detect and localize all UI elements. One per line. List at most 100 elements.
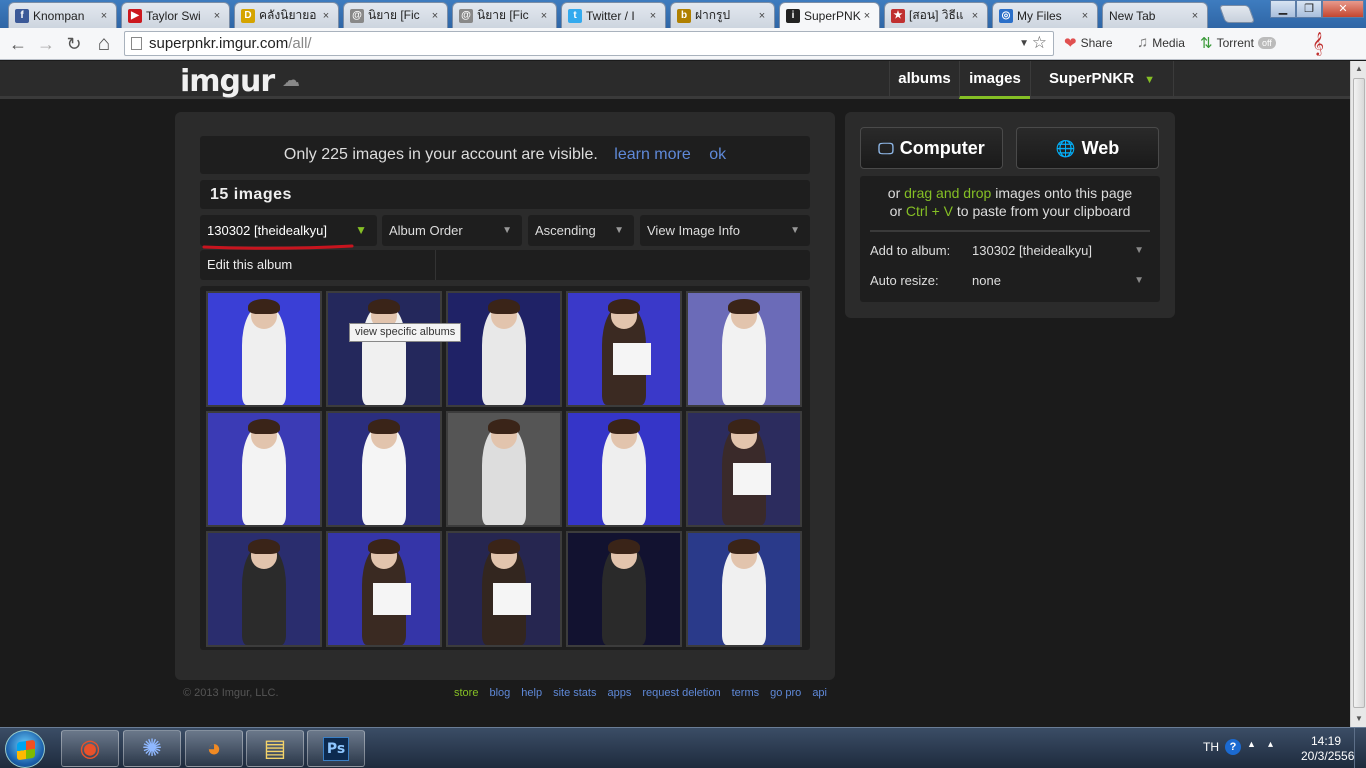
tab-close-icon[interactable]: × xyxy=(538,10,550,22)
browser-tab[interactable]: b ฝากรูป × xyxy=(670,2,775,28)
add-to-album-row[interactable]: Add to album: 130302 [theidealkyu] ▼ xyxy=(870,239,1150,263)
footer-link[interactable]: api xyxy=(812,687,827,699)
direction-select[interactable]: Ascending ▼ xyxy=(528,215,634,246)
browser-tab[interactable]: f Knompan × xyxy=(8,2,117,28)
share-extension-button[interactable]: ❤ Share xyxy=(1064,34,1113,52)
order-select[interactable]: Album Order ▼ xyxy=(382,215,522,246)
user-menu[interactable]: SuperPNKR ▼ xyxy=(1030,61,1174,99)
scroll-up-arrow[interactable]: ▲ xyxy=(1351,61,1366,77)
upload-cloud-icon[interactable]: ☁ xyxy=(282,70,300,91)
torrent-extension-button[interactable]: ⇅ Torrent off xyxy=(1200,34,1276,52)
footer-link[interactable]: help xyxy=(521,687,542,699)
footer-link[interactable]: apps xyxy=(607,687,631,699)
start-button[interactable] xyxy=(5,730,45,768)
tab-close-icon[interactable]: × xyxy=(320,10,332,22)
page-scrollbar[interactable]: ▲ ▼ xyxy=(1350,61,1366,727)
maximize-button[interactable]: ❐ xyxy=(1296,0,1322,18)
tab-close-icon[interactable]: × xyxy=(647,10,659,22)
image-thumbnail[interactable] xyxy=(686,411,802,527)
address-bar[interactable]: superpnkr.imgur.com/all/ ▼ ☆ xyxy=(124,31,1054,56)
browser-tab[interactable]: ▶ Taylor Swi × xyxy=(121,2,230,28)
media-extension-button[interactable]: ♫ Media xyxy=(1137,34,1185,51)
show-desktop-button[interactable] xyxy=(1354,728,1366,768)
image-thumbnail[interactable] xyxy=(446,291,562,407)
imgur-logo[interactable]: imgur xyxy=(180,64,275,99)
home-button[interactable]: ⌂ xyxy=(92,32,116,56)
browser-tab[interactable]: New Tab × xyxy=(1102,2,1208,28)
visibility-notice: Only 225 images in your account are visi… xyxy=(200,136,810,174)
browser-tab[interactable]: @ นิยาย [Fic × xyxy=(343,2,448,28)
clock[interactable]: 14:19 20/3/2556 xyxy=(1301,734,1354,764)
image-thumbnail[interactable] xyxy=(686,291,802,407)
new-tab-button[interactable] xyxy=(1218,5,1256,23)
image-thumbnail[interactable] xyxy=(446,411,562,527)
browser-tab[interactable]: t Twitter / I × xyxy=(561,2,666,28)
tab-close-icon[interactable]: × xyxy=(1079,10,1091,22)
album-select[interactable]: 130302 [theidealkyu] ▼ xyxy=(200,215,377,246)
tab-close-icon[interactable]: × xyxy=(861,10,873,22)
reload-button[interactable]: ↻ xyxy=(62,32,86,56)
thumbnail-sign xyxy=(612,343,651,375)
browser-tab[interactable]: ★ [สอน] วิธีแ × xyxy=(884,2,988,28)
image-thumbnail[interactable] xyxy=(446,531,562,647)
image-thumbnail[interactable] xyxy=(566,411,682,527)
nav-images[interactable]: images xyxy=(959,61,1030,99)
image-thumbnail[interactable] xyxy=(686,531,802,647)
image-thumbnail[interactable] xyxy=(566,291,682,407)
browser-tab[interactable]: @ นิยาย [Fic × xyxy=(452,2,557,28)
upload-web-button[interactable]: 🌐 Web xyxy=(1016,127,1159,169)
help-icon[interactable]: ? xyxy=(1225,739,1241,755)
tab-close-icon[interactable]: × xyxy=(211,10,223,22)
scroll-thumb[interactable] xyxy=(1353,78,1365,708)
image-thumbnail[interactable] xyxy=(206,411,322,527)
tab-close-icon[interactable]: × xyxy=(756,10,768,22)
url-dropdown-icon[interactable]: ▼ xyxy=(1019,32,1029,55)
footer-link[interactable]: terms xyxy=(732,687,760,699)
network-taskbar-button[interactable]: ✺ xyxy=(123,730,181,767)
tab-close-icon[interactable]: × xyxy=(1189,10,1201,22)
view-select[interactable]: View Image Info ▼ xyxy=(640,215,810,246)
chevron-down-icon: ▼ xyxy=(790,225,800,236)
footer-link[interactable]: blog xyxy=(489,687,510,699)
minimize-button[interactable]: ▁ xyxy=(1270,0,1296,18)
scroll-down-arrow[interactable]: ▼ xyxy=(1351,711,1366,727)
forward-button[interactable]: → xyxy=(34,32,58,56)
footer-link[interactable]: go pro xyxy=(770,687,801,699)
browser-tab[interactable]: i SuperPNK × xyxy=(779,2,880,28)
chrome-taskbar-button[interactable]: ◉ xyxy=(61,730,119,767)
tab-close-icon[interactable]: × xyxy=(429,10,441,22)
explorer-taskbar-button[interactable]: ▤ xyxy=(246,730,304,767)
facebook-icon: f xyxy=(15,8,29,23)
browser-tab[interactable]: D คลังนิยายอ × xyxy=(234,2,339,28)
image-thumbnail[interactable] xyxy=(326,411,442,527)
browser-tab[interactable]: ◎ My Files × xyxy=(992,2,1098,28)
footer-link[interactable]: store xyxy=(454,687,478,699)
bookmark-star-icon[interactable]: ☆ xyxy=(1032,31,1047,54)
footer-link[interactable]: request deletion xyxy=(642,687,720,699)
drop-zone[interactable]: or drag and drop images onto this page o… xyxy=(860,176,1160,302)
tray-expand-icon[interactable]: ▲ xyxy=(1247,739,1256,749)
flag-icon[interactable]: ▴ xyxy=(1268,739,1273,750)
image-thumbnail[interactable] xyxy=(566,531,682,647)
image-thumbnail[interactable] xyxy=(326,531,442,647)
learn-more-link[interactable]: learn more xyxy=(614,146,690,163)
footer-link[interactable]: site stats xyxy=(553,687,596,699)
tab-close-icon[interactable]: × xyxy=(969,10,981,22)
drop-line-1: or drag and drop images onto this page xyxy=(860,184,1160,202)
firefox-taskbar-button[interactable]: ◕ xyxy=(185,730,243,767)
ok-link[interactable]: ok xyxy=(709,146,726,163)
divider xyxy=(435,250,436,280)
image-thumbnail[interactable] xyxy=(206,531,322,647)
language-indicator[interactable]: TH xyxy=(1203,740,1219,754)
photoshop-taskbar-button[interactable]: Ps xyxy=(307,730,365,767)
auto-resize-row[interactable]: Auto resize: none ▼ xyxy=(870,269,1150,293)
upload-computer-button[interactable]: 🖵 Computer xyxy=(860,127,1003,169)
browser-menu-icon[interactable]: 𝄞 xyxy=(1306,32,1330,56)
edit-album-link[interactable]: Edit this album xyxy=(207,250,292,280)
image-thumbnail[interactable] xyxy=(206,291,322,407)
window-close-button[interactable]: ✕ xyxy=(1322,0,1364,18)
tab-close-icon[interactable]: × xyxy=(98,10,110,22)
image-thumbnail[interactable] xyxy=(326,291,442,407)
nav-albums[interactable]: albums xyxy=(889,61,959,99)
back-button[interactable]: ← xyxy=(6,32,30,56)
